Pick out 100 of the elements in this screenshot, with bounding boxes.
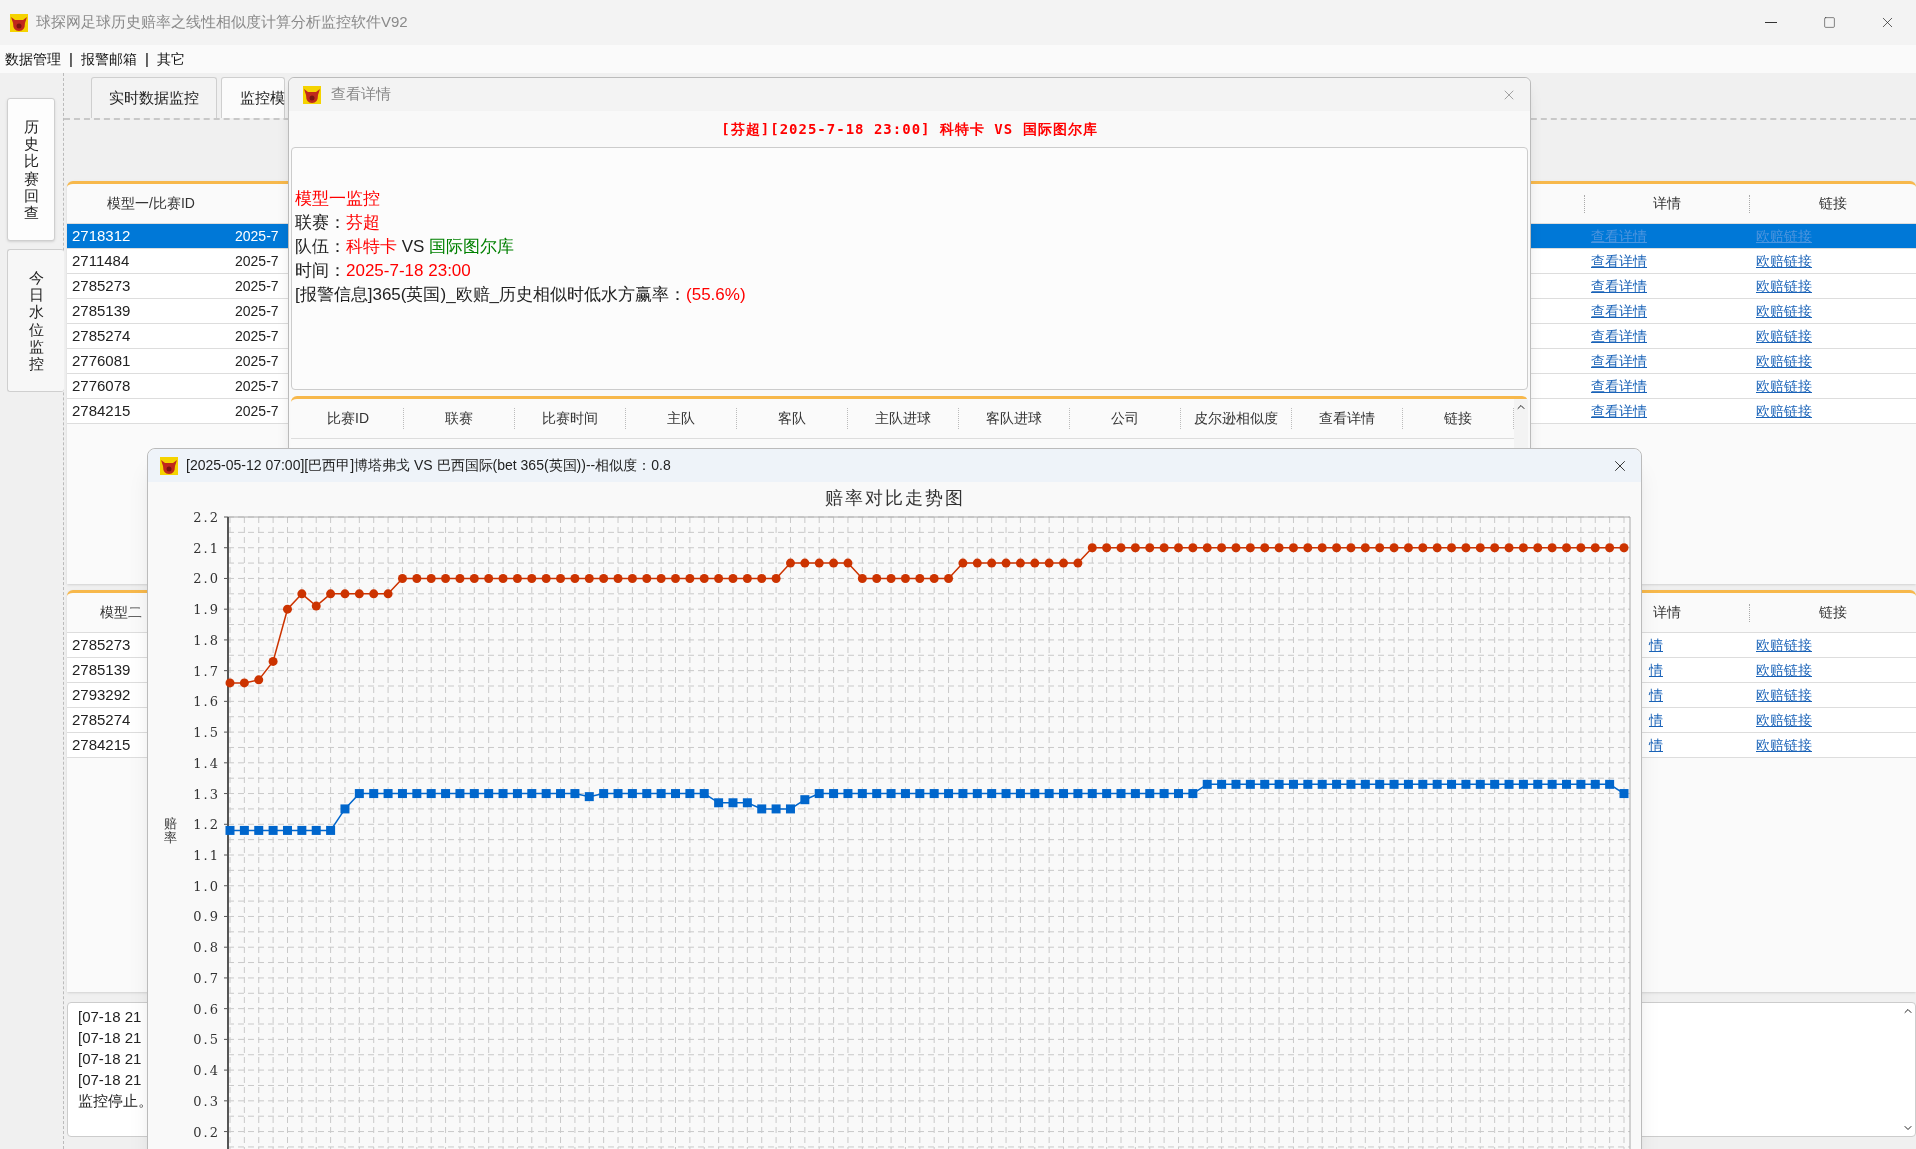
minimize-icon: [1765, 22, 1777, 23]
table-cell-text: 2025-7: [235, 301, 280, 321]
column-header: 客队进球: [959, 408, 1070, 429]
details-link[interactable]: 查看详情: [1591, 350, 1749, 372]
tick-label: 0.6: [193, 1001, 220, 1017]
log-line: 监控停止。: [78, 1091, 153, 1111]
tick-label: 0.9: [193, 909, 220, 925]
odds-link[interactable]: 欧赔链接: [1756, 375, 1916, 397]
tick-label: 0.7: [193, 970, 220, 986]
tick-label: 0.4: [193, 1063, 220, 1079]
odds-link[interactable]: 欧赔链接: [1756, 684, 1916, 706]
table-cell-text: 2025-7: [235, 376, 280, 396]
odds-link[interactable]: 欧赔链接: [1756, 250, 1916, 272]
table-cell-text: 2025-7: [235, 251, 280, 271]
column-header: 比赛ID: [293, 408, 404, 429]
odds-link[interactable]: 欧赔链接: [1756, 400, 1916, 422]
maximize-icon: [1822, 16, 1836, 29]
table-cell-text: 2025-7: [235, 276, 280, 296]
odds-link[interactable]: 欧赔链接: [1756, 275, 1916, 297]
info-line: [报警信息]365(英国)_欧赔_历史相似时低水方赢率：(55.6%): [295, 284, 746, 306]
info-line: 联赛：芬超: [295, 212, 380, 234]
details-link[interactable]: 查看详情: [1591, 275, 1749, 297]
table-cell-text: 2718312: [71, 225, 132, 246]
tab[interactable]: 监控模: [221, 77, 285, 118]
bull-logo-icon: [160, 456, 178, 475]
table-cell-text: 2784215: [72, 734, 131, 755]
menu-separator: |: [69, 49, 73, 69]
odds-link[interactable]: 欧赔链接: [1756, 634, 1916, 656]
table-cell-text: 2776081: [71, 350, 132, 371]
info-line: 时间：2025-7-18 23:00: [295, 260, 471, 282]
table-cell-text: 2776078: [71, 375, 132, 396]
column-header: 比赛时间: [515, 408, 626, 429]
table-cell-text: 2784215: [71, 400, 132, 421]
tick-label: 1.7: [193, 663, 220, 679]
tick-label: 1.5: [193, 725, 220, 741]
table-cell-text: 2793292: [72, 684, 131, 705]
menu-separator: |: [144, 49, 149, 69]
dialog-title: [2025-05-12 07:00][巴西甲]博塔弗戈 VS 巴西国际(bet 365(英国))--相似度：0.8: [186, 456, 671, 475]
tick-label: 1.0: [193, 878, 220, 894]
details-link[interactable]: 查看详情: [1591, 400, 1749, 422]
odds-link[interactable]: 欧赔链接: [1756, 350, 1916, 372]
column-header: 公司: [1070, 408, 1181, 429]
column-header: 详情: [1652, 603, 1682, 622]
bull-logo-icon: [303, 85, 321, 104]
details-link[interactable]: 情: [1649, 634, 1749, 656]
column-header: 客队: [737, 408, 848, 429]
tick-label: 0.3: [193, 1093, 220, 1109]
column-header: 主队: [626, 408, 737, 429]
log-line: [07-18 21: [78, 1049, 142, 1069]
table-cell-text: 2025-7: [235, 226, 280, 246]
column-header: 主队进球: [848, 408, 959, 429]
column-header: 模型一/比赛ID: [106, 194, 196, 213]
tick-label: 1.8: [193, 632, 220, 648]
info-line: 模型一监控: [295, 188, 380, 210]
axis-label: 赔率: [164, 816, 177, 846]
details-link[interactable]: 情: [1649, 659, 1749, 681]
menu-item[interactable]: 数据管理: [5, 48, 61, 70]
side-tab[interactable]: 历史比赛回查: [7, 98, 55, 241]
tick-label: 2.0: [193, 571, 220, 587]
odds-link[interactable]: 欧赔链接: [1756, 709, 1916, 731]
chart-title: 赔率对比走势图: [824, 485, 965, 510]
details-link[interactable]: 查看详情: [1591, 375, 1749, 397]
dialog-title: 查看详情: [331, 84, 391, 105]
details-link[interactable]: 查看详情: [1591, 250, 1749, 272]
tick-label: 1.6: [193, 694, 220, 710]
log-line: [07-18 21: [78, 1070, 142, 1090]
table-cell-text: 2785139: [71, 300, 132, 321]
details-link[interactable]: 查看详情: [1591, 325, 1749, 347]
info-line: 队伍：科特卡 VS 国际图尔库: [295, 236, 515, 258]
column-header: 模型二: [100, 603, 142, 622]
details-link[interactable]: 情: [1649, 709, 1749, 731]
table-cell-text: 2785274: [72, 709, 131, 730]
menu-item[interactable]: 报警邮箱: [80, 48, 137, 70]
table-cell-text: 2785273: [71, 275, 132, 296]
menu-item[interactable]: 其它: [156, 48, 185, 70]
details-link[interactable]: 查看详情: [1591, 300, 1749, 322]
tab[interactable]: 实时数据监控: [91, 77, 217, 118]
column-header: 联赛: [404, 408, 515, 429]
odds-link[interactable]: 欧赔链接: [1756, 325, 1916, 347]
table-cell-text: 2025-7: [235, 326, 280, 346]
tick-label: 1.9: [193, 602, 220, 618]
odds-link[interactable]: 欧赔链接: [1756, 659, 1916, 681]
bull-logo-icon: [10, 13, 28, 32]
tick-label: 1.2: [193, 817, 220, 833]
tick-label: 1.1: [193, 848, 220, 863]
column-header: 链接: [1818, 603, 1848, 622]
side-tab[interactable]: 今日水位监控: [7, 249, 64, 392]
table-cell-text: 2025-7: [235, 401, 280, 421]
log-line: [07-18 21: [78, 1028, 142, 1048]
odds-link[interactable]: 欧赔链接: [1756, 734, 1916, 756]
table-cell-text: 2025-7: [235, 351, 280, 371]
column-header: 详情: [1652, 194, 1682, 213]
table-cell-text: 2785273: [72, 634, 131, 655]
window-title: 球探网足球历史赔率之线性相似度计算分析监控软件V92: [36, 12, 408, 33]
details-link[interactable]: 情: [1649, 684, 1749, 706]
odds-link[interactable]: 欧赔链接: [1756, 300, 1916, 322]
column-header: 查看详情: [1292, 408, 1403, 429]
column-header: 皮尔逊相似度: [1181, 408, 1292, 429]
details-link[interactable]: 情: [1649, 734, 1749, 756]
tick-label: 2.2: [193, 512, 220, 525]
